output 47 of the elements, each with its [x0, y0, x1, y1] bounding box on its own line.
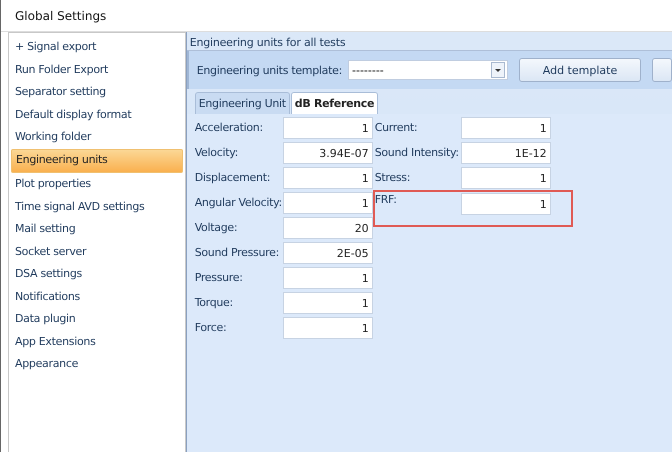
value-field[interactable]: 1 — [460, 166, 551, 188]
sidebar-item[interactable]: Separator setting — [11, 81, 183, 104]
sidebar-item[interactable]: Data plugin — [11, 308, 183, 330]
value-field[interactable]: 1 — [282, 292, 373, 314]
sidebar-item[interactable]: Notifications — [11, 286, 183, 308]
sidebar-item[interactable]: Socket server — [11, 240, 183, 263]
sidebar-item[interactable]: Engineering units — [11, 148, 183, 173]
sidebar-item[interactable]: DSA settings — [11, 263, 183, 286]
value-field[interactable]: 1E-12 — [460, 142, 551, 164]
tab[interactable]: Engineering Unit — [194, 92, 290, 114]
value-field[interactable]: 2E-05 — [282, 242, 373, 264]
value-field[interactable]: 1 — [282, 166, 373, 188]
sidebar-item[interactable]: Appearance — [11, 353, 183, 376]
field-label: Displacement: — [194, 171, 272, 184]
field-label: Force: — [194, 321, 228, 334]
field-label: FRF: — [374, 193, 398, 206]
field-label: Sound Intensity: — [374, 146, 460, 159]
tab[interactable]: dB Reference — [290, 92, 378, 114]
field-label: Angular Velocity: — [194, 196, 283, 209]
sidebar-item[interactable]: App Extensions — [11, 330, 183, 353]
value-field[interactable]: 1 — [282, 266, 373, 288]
add-template-button[interactable]: Add template — [519, 58, 641, 82]
field-label: Stress: — [374, 171, 412, 184]
value-field[interactable]: 1 — [282, 192, 373, 214]
value-field[interactable]: 1 — [282, 116, 373, 138]
sidebar-item[interactable]: Mail setting — [11, 218, 183, 240]
sidebar-item[interactable]: + Signal export — [11, 36, 183, 58]
value-field[interactable]: 3.94E-07 — [282, 142, 373, 164]
field-label: Voltage: — [194, 221, 238, 234]
value-field[interactable]: 1 — [460, 193, 551, 215]
sidebar-item[interactable]: Default display format — [11, 104, 183, 126]
sidebar-item[interactable]: Plot properties — [11, 173, 183, 196]
template-label: Engineering units template: — [196, 64, 342, 76]
field-label: Torque: — [194, 296, 234, 309]
sidebar-item[interactable]: Working folder — [11, 126, 183, 148]
template-dropdown[interactable]: -------- — [348, 60, 508, 80]
field-label: Pressure: — [194, 271, 244, 284]
field-label: Velocity: — [194, 146, 240, 159]
value-field[interactable]: 1 — [282, 316, 373, 338]
window-title: Global Settings — [15, 8, 106, 22]
field-label: Current: — [374, 121, 418, 134]
sidebar-item[interactable]: Run Folder Export — [11, 58, 183, 81]
value-field[interactable]: 1 — [460, 116, 551, 138]
field-label: Sound Pressure: — [194, 246, 280, 259]
field-label: Acceleration: — [194, 121, 264, 134]
value-field[interactable]: 20 — [282, 216, 373, 238]
sidebar-item[interactable]: Time signal AVD settings — [11, 196, 183, 218]
